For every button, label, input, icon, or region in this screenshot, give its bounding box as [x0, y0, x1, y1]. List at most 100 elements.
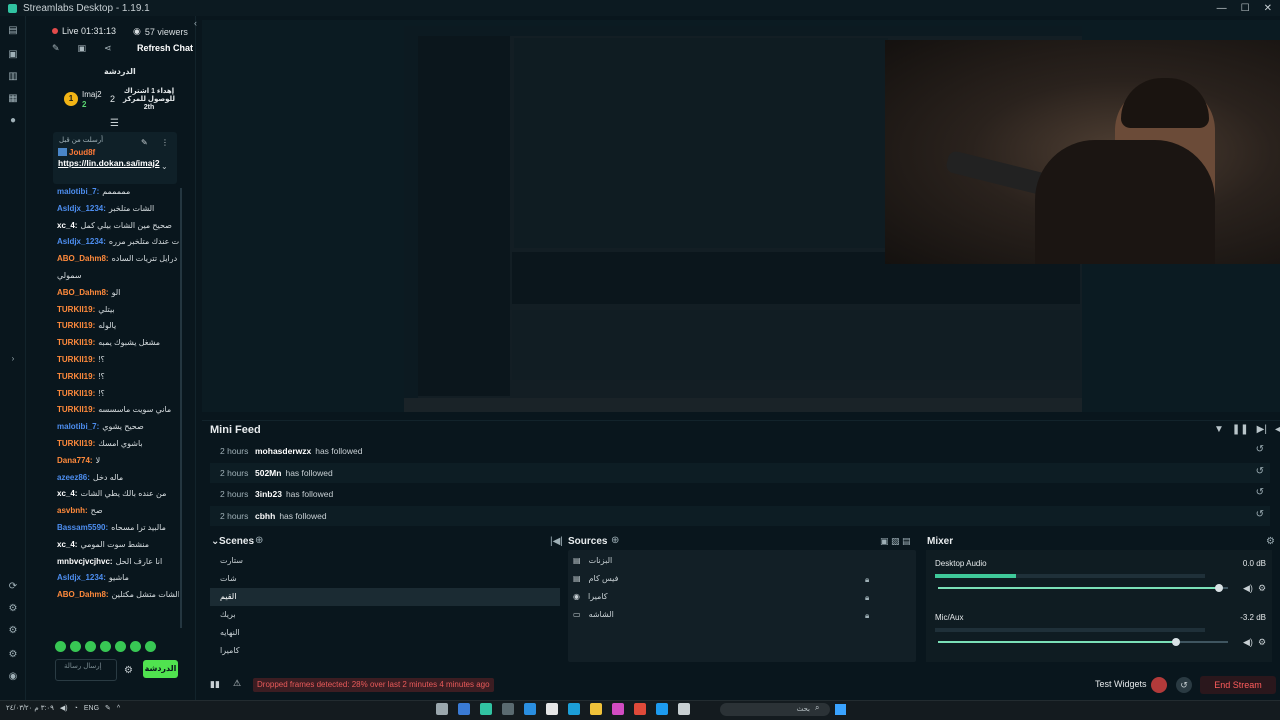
minimize-button[interactable]: — — [1217, 3, 1227, 14]
twitter-app-icon[interactable] — [656, 703, 668, 715]
edge-app-icon[interactable] — [568, 703, 580, 715]
dropped-frames-warning[interactable]: Dropped frames detected: 28% over last 2… — [253, 678, 494, 692]
feed-username[interactable]: mohasderwzx — [255, 446, 311, 456]
chat-settings-icon[interactable]: ⚙ — [124, 665, 133, 676]
copilot-app-icon[interactable] — [612, 703, 624, 715]
chat-username[interactable]: asvbnh: — [57, 506, 88, 515]
feed-username[interactable]: 3inb23 — [255, 489, 282, 499]
taskview-app-icon[interactable] — [678, 703, 690, 715]
chat-username[interactable]: ABO_Dahm8: — [57, 288, 109, 297]
source-item[interactable]: ◉ كاميرا — [573, 588, 873, 606]
chat-username[interactable]: Dana774: — [57, 456, 93, 465]
chat-send-button[interactable]: الدردشة — [143, 660, 178, 678]
chat-scrollbar[interactable] — [180, 188, 182, 628]
chat-username[interactable]: TURKII19: — [57, 321, 95, 330]
skip-icon[interactable]: ▶| — [1257, 424, 1267, 435]
emote-icon[interactable] — [70, 641, 81, 652]
source-options-icon[interactable]: ▣ ▧ ▤ — [880, 536, 911, 547]
volume-tray-icon[interactable]: ◀) — [60, 704, 68, 712]
chat-username[interactable]: TURKII19: — [57, 355, 95, 364]
chat-username[interactable]: TURKII19: — [57, 439, 95, 448]
chat-username[interactable]: ABO_Dahm8: — [57, 254, 109, 263]
channel-settings-icon[interactable]: ⚙ — [1258, 583, 1266, 594]
chat-username[interactable]: mnbvcjvcjhvc: — [57, 557, 113, 566]
pin-icon[interactable]: ✎ — [141, 138, 148, 147]
goal-menu-icon[interactable]: ☰ — [110, 118, 119, 129]
store-app-icon[interactable] — [458, 703, 470, 715]
scene-item[interactable]: بريك — [210, 606, 560, 624]
clock[interactable]: ٣:٠٩ م ٢٤/٠٣/٢٠ — [6, 704, 54, 712]
lock-icon[interactable]: 🔒︎ — [865, 593, 869, 603]
store-icon[interactable]: ▥ — [8, 72, 18, 82]
channel-settings-icon[interactable]: ⚙ — [1258, 637, 1266, 648]
chat-input[interactable]: إرسال رسالة — [55, 659, 117, 681]
chat-username[interactable]: azeez86: — [57, 473, 90, 482]
emote-icon[interactable] — [100, 641, 111, 652]
layout-icon[interactable]: ▦ — [8, 94, 18, 104]
chat-username[interactable]: TURKII19: — [57, 389, 95, 398]
chevron-down-icon[interactable]: ⌄ — [161, 162, 168, 171]
chat-username[interactable]: TURKII19: — [57, 305, 95, 314]
scene-item[interactable]: القيم — [210, 588, 560, 606]
chat-username[interactable]: ABO_Dahm8: — [57, 590, 109, 599]
emote-icon[interactable] — [115, 641, 126, 652]
pause-icon[interactable]: ❚❚ — [1232, 424, 1249, 435]
scene-item[interactable]: شات — [210, 570, 560, 588]
record-button[interactable] — [1151, 677, 1167, 693]
chat-username[interactable]: malotibi_7: — [57, 422, 99, 431]
chat-username[interactable]: Bassam5590: — [57, 523, 108, 532]
repeat-alert-icon[interactable]: ↺ — [1256, 487, 1264, 498]
lock-icon[interactable]: 🔒︎ — [865, 611, 869, 621]
mixer-settings-icon[interactable]: ⚙ — [1266, 536, 1275, 547]
pen-icon[interactable]: ✎ — [105, 704, 111, 712]
popout-icon[interactable]: ▣ — [78, 43, 87, 54]
chat-username[interactable]: TURKII19: — [57, 405, 95, 414]
repeat-alert-icon[interactable]: ↺ — [1256, 466, 1264, 477]
feed-username[interactable]: 502Mn — [255, 468, 281, 478]
network-icon[interactable]: ◔ — [74, 705, 78, 712]
stats-icon[interactable]: ▮▮ — [210, 679, 220, 690]
chat-username[interactable]: TURKII19: — [57, 338, 95, 347]
warning-icon[interactable]: ⚠ — [233, 678, 241, 689]
replay-buffer-icon[interactable]: ↺ — [1176, 677, 1192, 693]
test-widgets-button[interactable]: Test Widgets — [1095, 679, 1147, 689]
chat-username[interactable]: xc_4: — [57, 540, 77, 549]
obs-app-icon[interactable] — [502, 703, 514, 715]
filter-icon[interactable]: ▼ — [1214, 424, 1224, 435]
chat-username[interactable]: xc_4: — [57, 489, 77, 498]
chat-username[interactable]: Asldjx_1234: — [57, 237, 106, 246]
studio-mode-icon[interactable]: ⟳ — [8, 582, 18, 592]
chat-username[interactable]: TURKII19: — [57, 372, 95, 381]
profile-icon[interactable]: ◉ — [8, 672, 18, 682]
speaker-icon[interactable]: ◀) — [1243, 583, 1253, 594]
volume-slider[interactable] — [938, 641, 1228, 643]
volume-slider-knob[interactable] — [1171, 638, 1180, 646]
scene-transition-icon[interactable]: |◀| — [550, 536, 563, 547]
chat-username[interactable]: xc_4: — [57, 221, 77, 230]
themes-icon[interactable]: ⚙ — [8, 626, 18, 636]
streamlabs-app-icon[interactable] — [480, 703, 492, 715]
share-icon[interactable]: ⋖ — [104, 43, 112, 54]
add-source-icon[interactable]: ⊕ — [611, 535, 619, 546]
notepad-app-icon[interactable] — [546, 703, 558, 715]
end-stream-button[interactable]: End Stream — [1200, 676, 1276, 694]
explorer-app-icon[interactable] — [590, 703, 602, 715]
collapse-chat-icon[interactable]: ‹ — [194, 18, 197, 28]
refresh-chat-button[interactable]: Refresh Chat — [137, 43, 193, 53]
pinned-link[interactable]: https://lin.dokan.sa/imaj2 — [58, 158, 160, 168]
repeat-alert-icon[interactable]: ↺ — [1256, 509, 1264, 520]
volume-icon[interactable]: ◀) — [1275, 424, 1280, 435]
close-button[interactable]: ✕ — [1264, 3, 1272, 14]
scene-item[interactable]: ستارت — [210, 552, 560, 570]
apps-icon[interactable]: ⚙ — [8, 604, 18, 614]
settings-icon[interactable]: ⚙ — [8, 650, 18, 660]
teams-app-icon[interactable] — [524, 703, 536, 715]
taskbar-search[interactable]: بحث — [720, 703, 830, 716]
emote-icon[interactable] — [85, 641, 96, 652]
feed-username[interactable]: cbhh — [255, 511, 275, 521]
scene-item[interactable]: النهايه — [210, 624, 560, 642]
editor-icon[interactable]: ▤ — [8, 26, 18, 36]
more-icon[interactable]: ⋮ — [161, 138, 169, 147]
settings-app-icon[interactable] — [436, 703, 448, 715]
chat-username[interactable]: malotibi_7: — [57, 187, 99, 196]
